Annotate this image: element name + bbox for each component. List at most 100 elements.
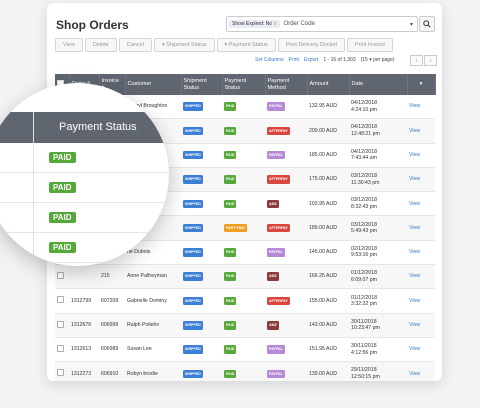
shipment-status-cell: SHIPPED bbox=[181, 240, 222, 266]
customer-name: Robyn brodie bbox=[125, 361, 181, 381]
toolbar-button[interactable]: ▾ Payment Status bbox=[216, 38, 276, 52]
column-header: Shipment Status bbox=[181, 74, 223, 95]
status-badge: PAID bbox=[49, 242, 76, 253]
view-link[interactable]: View bbox=[407, 95, 435, 120]
status-badge: AMZ bbox=[267, 272, 279, 281]
table-row[interactable]: 215 Anne Palfreyman SHIPPED PAID AMZ 166.25 A… bbox=[55, 264, 435, 290]
payment-method-cell: PAYPAL bbox=[265, 337, 307, 363]
shipment-status-cell: SHIPPED bbox=[181, 118, 222, 144]
set-columns-link[interactable]: Set Columns bbox=[255, 57, 284, 63]
payment-status-cell: PAID bbox=[222, 288, 265, 314]
view-link[interactable]: View bbox=[407, 215, 435, 241]
per-page-select[interactable]: (15 ▾ per page) bbox=[361, 57, 395, 63]
toolbar-button[interactable]: Cancel bbox=[118, 38, 152, 52]
table-row[interactable]: 1312273 606910 Robyn brodie SHIPPED PAID PAYP… bbox=[55, 361, 435, 381]
shipment-status-cell: SHIPPED bbox=[181, 313, 222, 338]
view-link[interactable]: View bbox=[407, 288, 435, 314]
search-filter-box[interactable]: Show Expired: No x Order Code ▾ bbox=[226, 16, 418, 32]
row-checkbox[interactable] bbox=[57, 320, 64, 328]
status-badge: AFTERPAY bbox=[267, 126, 290, 136]
view-link[interactable]: View bbox=[407, 313, 435, 338]
order-date-time: 4:24:10 pm bbox=[351, 106, 377, 113]
status-badge: PAID bbox=[224, 369, 237, 379]
order-date: 30/11/2018 10:23:47 pm bbox=[349, 313, 407, 338]
status-badge: SHIPPED bbox=[183, 223, 203, 233]
payment-method-cell: PAYPAL bbox=[265, 361, 307, 381]
status-badge: SHIPPED bbox=[183, 175, 203, 184]
table-row[interactable]: 1312676 606999 Ralph Poliehn SHIPPED PAID AMZ… bbox=[55, 313, 435, 338]
amount: 209.00 AUD bbox=[307, 118, 349, 144]
status-badge: PAID bbox=[224, 199, 237, 209]
order-date-time: 7:43:44 am bbox=[351, 155, 377, 162]
status-badge: SHIPPED bbox=[183, 248, 203, 257]
status-badge: PAID bbox=[224, 175, 237, 184]
row-checkbox[interactable] bbox=[57, 344, 64, 352]
table-row[interactable]: 1312613 606989 Susan Lee SHIPPED PAID PAYPAL 1… bbox=[55, 337, 435, 363]
payment-status-cell: PAID bbox=[222, 167, 265, 193]
column-header[interactable]: ▾ bbox=[407, 74, 436, 95]
row-select-cell[interactable] bbox=[55, 361, 69, 381]
shipment-status-cell: SHIPPED bbox=[181, 167, 222, 193]
row-checkbox[interactable] bbox=[57, 296, 64, 304]
close-icon[interactable]: x bbox=[274, 21, 277, 27]
invoice-number: 606989 bbox=[99, 337, 125, 363]
status-badge: PART PAID bbox=[224, 223, 247, 233]
view-link[interactable]: View bbox=[407, 143, 435, 168]
table-row[interactable]: 1312799 607209 Gabrielle Dominy SHIPPED PAID… bbox=[55, 288, 435, 314]
toolbar-button[interactable]: Print Delivery Docket bbox=[277, 38, 345, 52]
toolbar-button[interactable]: Delete bbox=[84, 38, 117, 52]
status-badge: SHIPPED bbox=[183, 150, 203, 160]
export-link[interactable]: Export bbox=[304, 57, 318, 63]
status-badge: SHIPPED bbox=[183, 369, 203, 379]
status-badge: PAID bbox=[49, 152, 76, 163]
status-badge: PAID bbox=[224, 126, 237, 136]
amount: 151.95 AUD bbox=[307, 337, 349, 363]
invoice-number: 606910 bbox=[99, 361, 125, 381]
invoice-number: 215 bbox=[99, 264, 125, 290]
prev-page-button[interactable]: ‹ bbox=[410, 55, 423, 66]
view-link[interactable]: View bbox=[407, 118, 435, 144]
view-link[interactable]: View bbox=[407, 361, 435, 381]
toolbar-button[interactable]: View bbox=[55, 38, 83, 52]
row-select-cell[interactable] bbox=[55, 313, 69, 338]
print-link[interactable]: Print bbox=[289, 57, 299, 63]
toolbar-button[interactable]: Print Invoice bbox=[347, 38, 394, 52]
row-select-cell[interactable] bbox=[55, 264, 69, 290]
view-link[interactable]: View bbox=[407, 264, 435, 290]
toolbar: View Delete Cancel ▾ Shipment Status ▾ Payme… bbox=[55, 38, 394, 52]
status-badge: AFTERPAY bbox=[267, 175, 290, 184]
chevron-down-icon[interactable]: ▾ bbox=[410, 21, 413, 28]
magnifier-header-label: Payment Status bbox=[59, 121, 137, 133]
status-badge: PAYPAL bbox=[267, 102, 285, 111]
row-select-cell[interactable] bbox=[55, 337, 69, 363]
payment-status-cell: PAID bbox=[222, 264, 265, 290]
amount: 132.95 AUD bbox=[307, 95, 349, 120]
order-date: 03/12/2018 8:32:43 pm bbox=[349, 191, 407, 217]
payment-status-cell: PAID bbox=[222, 240, 265, 266]
order-date-time: 10:23:47 pm bbox=[351, 325, 380, 332]
chevron-down-icon[interactable]: ▾ bbox=[420, 81, 423, 87]
view-link[interactable]: View bbox=[407, 337, 435, 363]
view-link[interactable]: View bbox=[407, 191, 435, 217]
status-badge: PAYPAL bbox=[267, 369, 285, 379]
row-select-cell[interactable] bbox=[55, 288, 69, 314]
next-page-button[interactable]: › bbox=[424, 55, 437, 66]
order-date: 30/11/2018 4:12:56 pm bbox=[349, 337, 407, 363]
search-input[interactable]: Order Code bbox=[284, 21, 410, 27]
view-link[interactable]: View bbox=[407, 240, 435, 266]
search-button[interactable] bbox=[419, 16, 435, 32]
row-checkbox[interactable] bbox=[57, 271, 64, 279]
status-badge: SHIPPED bbox=[183, 321, 203, 330]
status-badge: PAID bbox=[224, 272, 237, 281]
view-link[interactable]: View bbox=[407, 167, 435, 193]
order-date: 02/12/2018 9:53:16 pm bbox=[349, 240, 407, 266]
row-checkbox[interactable] bbox=[57, 369, 64, 377]
amount: 145.00 AUD bbox=[307, 240, 349, 266]
magnifier-row bbox=[0, 143, 169, 173]
order-number: 1312676 bbox=[69, 313, 99, 338]
filter-chip[interactable]: Show Expired: No x bbox=[229, 20, 280, 28]
status-badge: PAYPAL bbox=[267, 248, 285, 257]
status-badge: PAID bbox=[224, 321, 237, 330]
order-date-time: 8:32:43 pm bbox=[351, 203, 377, 210]
toolbar-button[interactable]: ▾ Shipment Status bbox=[153, 38, 215, 52]
